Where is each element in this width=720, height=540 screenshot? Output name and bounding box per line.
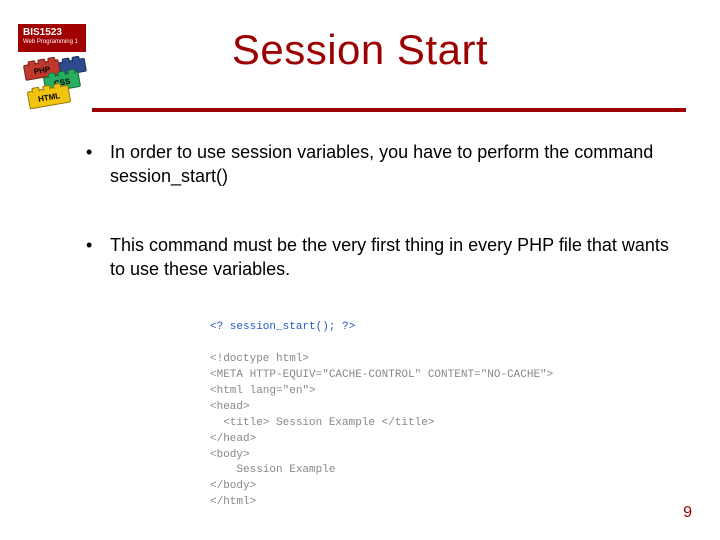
code-line: </head>: [210, 433, 256, 445]
code-line: </html>: [210, 496, 256, 508]
slide-header: BIS1523 Web Programming 1 PHP CSS HTML S…: [0, 0, 720, 130]
title-underline: [92, 108, 686, 112]
code-line: <head>: [210, 401, 250, 413]
code-line: </body>: [210, 480, 256, 492]
code-line: <title> Session Example </title>: [210, 417, 434, 429]
page-number: 9: [683, 504, 692, 522]
bullet-list: In order to use session variables, you h…: [80, 140, 670, 281]
slide-body: In order to use session variables, you h…: [80, 140, 670, 325]
list-item: This command must be the very first thin…: [80, 233, 670, 282]
code-line: <html lang="en">: [210, 385, 316, 397]
code-line: <body>: [210, 449, 250, 461]
code-line: Session Example: [210, 464, 335, 476]
list-item: In order to use session variables, you h…: [80, 140, 670, 189]
slide-title: Session Start: [0, 26, 720, 74]
code-line: <? session_start(); ?>: [210, 321, 355, 333]
code-line: <META HTTP-EQUIV="CACHE-CONTROL" CONTENT…: [210, 369, 553, 381]
code-line: <!doctype html>: [210, 353, 309, 365]
brick-html-label: HTML: [37, 91, 60, 104]
code-sample: <? session_start(); ?> <!doctype html> <…: [210, 320, 553, 511]
brick-html-icon: HTML: [27, 84, 71, 109]
